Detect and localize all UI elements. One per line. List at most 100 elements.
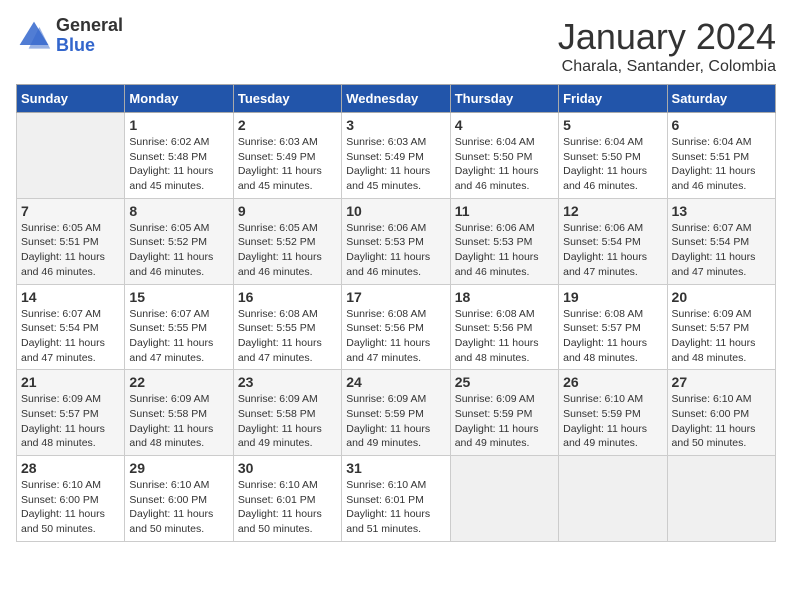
calendar-cell: 17 Sunrise: 6:08 AM Sunset: 5:56 PM Dayli… (342, 284, 450, 370)
calendar-cell: 16Sunrise: 6:08 AM Sunset: 5:55 PM Dayli… (233, 284, 341, 370)
day-info: Sunrise: 6:07 AM Sunset: 5:54 PM Dayligh… (672, 221, 771, 280)
calendar-week-3: 14 Sunrise: 6:07 AM Sunset: 5:54 PM Dayli… (17, 284, 776, 370)
day-number: 5 (563, 117, 662, 133)
day-info: Sunrise: 6:03 AM Sunset: 5:49 PM Dayligh… (238, 135, 337, 194)
day-number: 2 (238, 117, 337, 133)
day-info: Sunrise: 6:05 AM Sunset: 5:52 PM Dayligh… (129, 221, 228, 280)
day-number: 4 (455, 117, 554, 133)
calendar-cell: 27 Sunrise: 6:10 AM Sunset: 6:00 PM Dayli… (667, 370, 775, 456)
logo-blue-text: Blue (56, 36, 123, 56)
calendar-cell: 12Sunrise: 6:06 AM Sunset: 5:54 PM Dayli… (559, 198, 667, 284)
calendar-cell: 21 Sunrise: 6:09 AM Sunset: 5:57 PM Dayli… (17, 370, 125, 456)
day-number: 10 (346, 203, 445, 219)
calendar-cell: 3Sunrise: 6:03 AM Sunset: 5:49 PM Daylig… (342, 113, 450, 199)
day-info: Sunrise: 6:09 AM Sunset: 5:59 PM Dayligh… (346, 392, 445, 451)
calendar-cell: 24 Sunrise: 6:09 AM Sunset: 5:59 PM Dayli… (342, 370, 450, 456)
day-info: Sunrise: 6:10 AM Sunset: 6:01 PM Dayligh… (346, 478, 445, 537)
calendar-cell: 9Sunrise: 6:05 AM Sunset: 5:52 PM Daylig… (233, 198, 341, 284)
logo-general-text: General (56, 16, 123, 36)
calendar-cell: 7 Sunrise: 6:05 AM Sunset: 5:51 PM Daylig… (17, 198, 125, 284)
day-number: 20 (672, 289, 771, 305)
calendar-cell: 6Sunrise: 6:04 AM Sunset: 5:51 PM Daylig… (667, 113, 775, 199)
day-info: Sunrise: 6:10 AM Sunset: 6:00 PM Dayligh… (129, 478, 228, 537)
calendar-cell: 20 Sunrise: 6:09 AM Sunset: 5:57 PM Dayli… (667, 284, 775, 370)
calendar-cell (667, 456, 775, 542)
day-number: 27 (672, 374, 771, 390)
day-info: Sunrise: 6:07 AM Sunset: 5:55 PM Dayligh… (129, 307, 228, 366)
day-info: Sunrise: 6:04 AM Sunset: 5:50 PM Dayligh… (563, 135, 662, 194)
calendar-cell: 29 Sunrise: 6:10 AM Sunset: 6:00 PM Dayli… (125, 456, 233, 542)
calendar-header: SundayMondayTuesdayWednesdayThursdayFrid… (17, 85, 776, 113)
calendar-week-1: 1 Sunrise: 6:02 AM Sunset: 5:48 PM Daylig… (17, 113, 776, 199)
day-number: 14 (21, 289, 120, 305)
weekday-header-thursday: Thursday (450, 85, 558, 113)
day-info: Sunrise: 6:06 AM Sunset: 5:53 PM Dayligh… (346, 221, 445, 280)
calendar-cell: 25Sunrise: 6:09 AM Sunset: 5:59 PM Dayli… (450, 370, 558, 456)
day-info: Sunrise: 6:02 AM Sunset: 5:48 PM Dayligh… (129, 135, 228, 194)
calendar-cell: 10 Sunrise: 6:06 AM Sunset: 5:53 PM Dayli… (342, 198, 450, 284)
calendar-week-5: 28 Sunrise: 6:10 AM Sunset: 6:00 PM Dayli… (17, 456, 776, 542)
weekday-header-tuesday: Tuesday (233, 85, 341, 113)
day-number: 9 (238, 203, 337, 219)
day-number: 11 (455, 203, 554, 219)
day-info: Sunrise: 6:07 AM Sunset: 5:54 PM Dayligh… (21, 307, 120, 366)
calendar-cell (450, 456, 558, 542)
day-info: Sunrise: 6:04 AM Sunset: 5:50 PM Dayligh… (455, 135, 554, 194)
day-number: 24 (346, 374, 445, 390)
day-info: Sunrise: 6:10 AM Sunset: 6:00 PM Dayligh… (21, 478, 120, 537)
day-info: Sunrise: 6:09 AM Sunset: 5:59 PM Dayligh… (455, 392, 554, 451)
calendar-cell: 23Sunrise: 6:09 AM Sunset: 5:58 PM Dayli… (233, 370, 341, 456)
day-number: 16 (238, 289, 337, 305)
day-number: 7 (21, 203, 120, 219)
month-title: January 2024 (558, 16, 776, 58)
calendar-cell (559, 456, 667, 542)
day-number: 8 (129, 203, 228, 219)
day-info: Sunrise: 6:09 AM Sunset: 5:58 PM Dayligh… (129, 392, 228, 451)
calendar-table: SundayMondayTuesdayWednesdayThursdayFrid… (16, 84, 776, 542)
day-number: 19 (563, 289, 662, 305)
day-number: 17 (346, 289, 445, 305)
day-number: 15 (129, 289, 228, 305)
day-info: Sunrise: 6:10 AM Sunset: 6:01 PM Dayligh… (238, 478, 337, 537)
day-info: Sunrise: 6:05 AM Sunset: 5:51 PM Dayligh… (21, 221, 120, 280)
logo-icon (16, 18, 52, 54)
day-info: Sunrise: 6:03 AM Sunset: 5:49 PM Dayligh… (346, 135, 445, 194)
calendar-cell: 1 Sunrise: 6:02 AM Sunset: 5:48 PM Daylig… (125, 113, 233, 199)
day-info: Sunrise: 6:08 AM Sunset: 5:56 PM Dayligh… (455, 307, 554, 366)
calendar-cell: 5 Sunrise: 6:04 AM Sunset: 5:50 PM Daylig… (559, 113, 667, 199)
calendar-week-2: 7 Sunrise: 6:05 AM Sunset: 5:51 PM Daylig… (17, 198, 776, 284)
weekday-header-sunday: Sunday (17, 85, 125, 113)
calendar-cell: 30 Sunrise: 6:10 AM Sunset: 6:01 PM Dayli… (233, 456, 341, 542)
day-number: 13 (672, 203, 771, 219)
calendar-body: 1 Sunrise: 6:02 AM Sunset: 5:48 PM Daylig… (17, 113, 776, 542)
day-info: Sunrise: 6:08 AM Sunset: 5:56 PM Dayligh… (346, 307, 445, 366)
day-number: 26 (563, 374, 662, 390)
weekday-header-friday: Friday (559, 85, 667, 113)
day-number: 31 (346, 460, 445, 476)
day-number: 21 (21, 374, 120, 390)
day-number: 6 (672, 117, 771, 133)
calendar-cell: 4 Sunrise: 6:04 AM Sunset: 5:50 PM Daylig… (450, 113, 558, 199)
calendar-week-4: 21 Sunrise: 6:09 AM Sunset: 5:57 PM Dayli… (17, 370, 776, 456)
day-info: Sunrise: 6:08 AM Sunset: 5:57 PM Dayligh… (563, 307, 662, 366)
day-number: 18 (455, 289, 554, 305)
day-number: 28 (21, 460, 120, 476)
calendar-cell (17, 113, 125, 199)
day-number: 12 (563, 203, 662, 219)
day-info: Sunrise: 6:09 AM Sunset: 5:57 PM Dayligh… (672, 307, 771, 366)
calendar-cell: 2 Sunrise: 6:03 AM Sunset: 5:49 PM Daylig… (233, 113, 341, 199)
day-info: Sunrise: 6:10 AM Sunset: 6:00 PM Dayligh… (672, 392, 771, 451)
day-number: 29 (129, 460, 228, 476)
day-number: 30 (238, 460, 337, 476)
calendar-cell: 31 Sunrise: 6:10 AM Sunset: 6:01 PM Dayli… (342, 456, 450, 542)
day-number: 1 (129, 117, 228, 133)
header-row: SundayMondayTuesdayWednesdayThursdayFrid… (17, 85, 776, 113)
calendar-cell: 26 Sunrise: 6:10 AM Sunset: 5:59 PM Dayli… (559, 370, 667, 456)
weekday-header-wednesday: Wednesday (342, 85, 450, 113)
day-info: Sunrise: 6:06 AM Sunset: 5:53 PM Dayligh… (455, 221, 554, 280)
calendar-title-block: January 2024 Charala, Santander, Colombi… (558, 16, 776, 76)
day-number: 22 (129, 374, 228, 390)
day-info: Sunrise: 6:09 AM Sunset: 5:57 PM Dayligh… (21, 392, 120, 451)
day-info: Sunrise: 6:10 AM Sunset: 5:59 PM Dayligh… (563, 392, 662, 451)
calendar-cell: 14 Sunrise: 6:07 AM Sunset: 5:54 PM Dayli… (17, 284, 125, 370)
